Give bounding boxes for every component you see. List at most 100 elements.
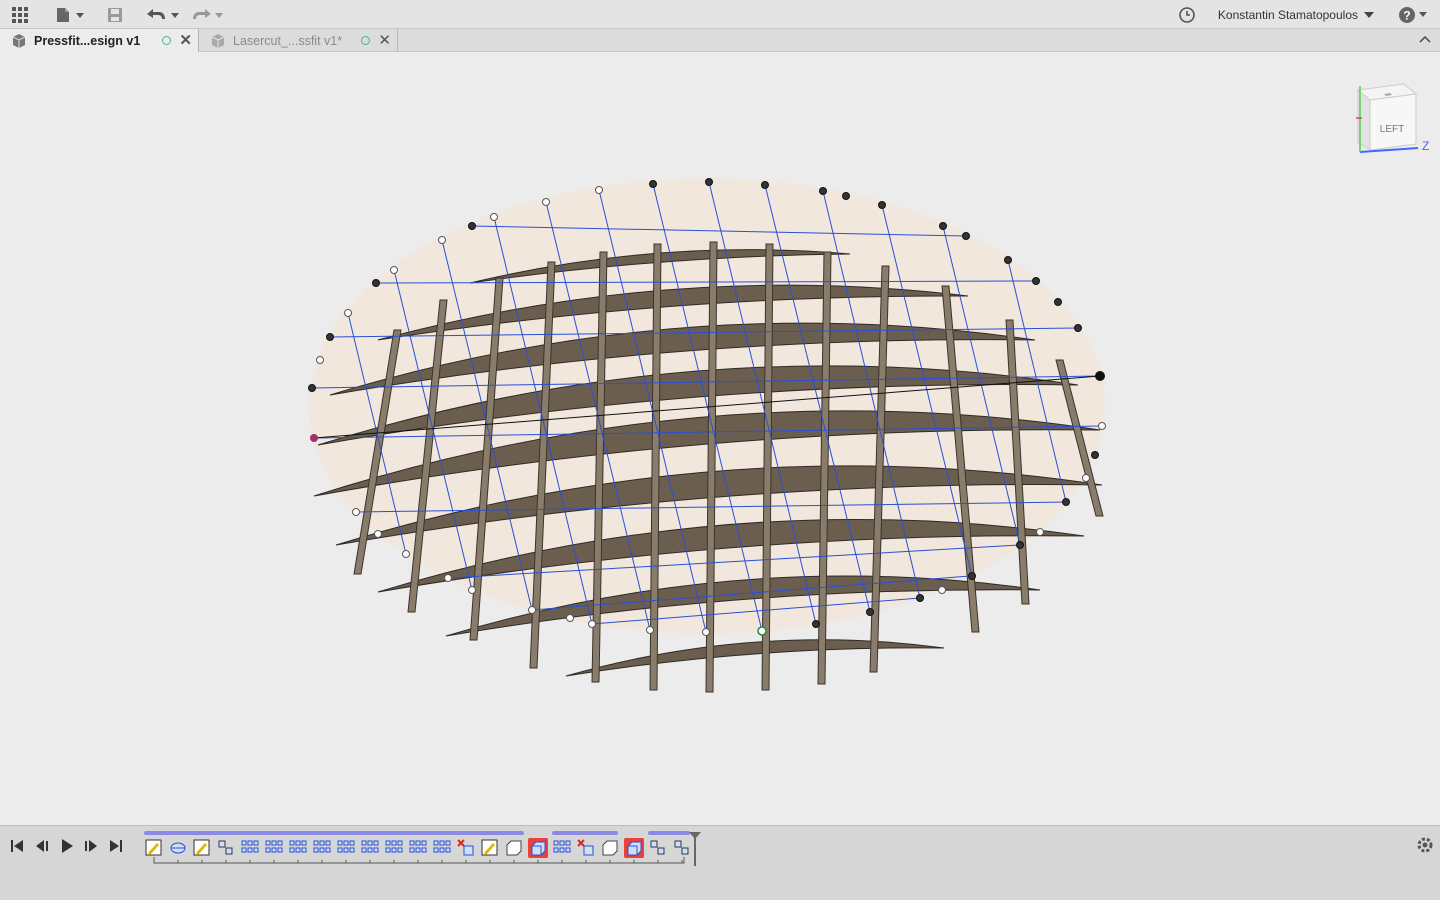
collapse-chevron-icon[interactable]	[1418, 32, 1432, 49]
component-box-icon	[12, 33, 26, 48]
step-back-button[interactable]	[33, 836, 51, 856]
control-point[interactable]	[316, 356, 324, 364]
control-point[interactable]	[1004, 256, 1012, 264]
control-point[interactable]	[757, 626, 767, 636]
timeline-feature-delete[interactable]	[576, 838, 596, 858]
control-point[interactable]	[402, 550, 410, 558]
timeline-feature-grid[interactable]	[384, 838, 404, 858]
timeline-feature-error-body[interactable]	[624, 838, 644, 858]
control-point[interactable]	[1074, 324, 1082, 332]
control-point[interactable]	[968, 572, 976, 580]
control-point[interactable]	[490, 213, 498, 221]
step-forward-button[interactable]	[82, 836, 100, 856]
redo-icon	[193, 8, 223, 19]
timeline-feature-grid[interactable]	[360, 838, 380, 858]
timeline-feature-grid[interactable]	[408, 838, 428, 858]
tab-lasercut-pressfit[interactable]: Lasercut_...ssfit v1* ✕	[199, 29, 398, 52]
clock-icon[interactable]	[1176, 0, 1198, 29]
canvas-viewport[interactable]	[0, 52, 1440, 825]
skip-to-start-button[interactable]	[8, 836, 26, 856]
model-canvas[interactable]	[0, 52, 1440, 825]
control-point[interactable]	[1016, 541, 1024, 549]
control-point[interactable]	[344, 309, 352, 317]
control-point[interactable]	[444, 574, 452, 582]
control-point[interactable]	[842, 192, 850, 200]
control-point[interactable]	[1054, 298, 1062, 306]
timeline-feature-sketch[interactable]	[480, 838, 500, 858]
redo-button[interactable]	[188, 0, 228, 29]
control-point[interactable]	[939, 222, 947, 230]
control-point[interactable]	[649, 180, 657, 188]
control-point[interactable]	[390, 266, 398, 274]
control-point[interactable]	[542, 198, 550, 206]
control-point[interactable]	[1062, 498, 1070, 506]
timeline-group-bar[interactable]	[144, 831, 524, 835]
control-point[interactable]	[438, 236, 446, 244]
timeline-feature-grid[interactable]	[432, 838, 452, 858]
close-icon[interactable]: ✕	[179, 33, 192, 48]
control-point[interactable]	[819, 187, 827, 195]
control-point[interactable]	[866, 608, 874, 616]
control-point[interactable]	[916, 594, 924, 602]
control-point[interactable]	[468, 586, 476, 594]
timeline-feature-sketch[interactable]	[144, 838, 164, 858]
gear-icon[interactable]	[1416, 836, 1434, 857]
horizontal-rib[interactable]	[565, 639, 945, 677]
timeline-feature-grid[interactable]	[552, 838, 572, 858]
play-button[interactable]	[58, 836, 76, 856]
control-point[interactable]	[308, 384, 316, 392]
control-point[interactable]	[566, 614, 574, 622]
control-point[interactable]	[1032, 277, 1040, 285]
timeline-feature-pattern[interactable]	[216, 838, 236, 858]
close-icon[interactable]: ✕	[378, 33, 391, 48]
timeline-feature-sketch[interactable]	[192, 838, 212, 858]
timeline-feature-body[interactable]	[600, 838, 620, 858]
control-point[interactable]	[705, 178, 713, 186]
tab-label: Lasercut_...ssfit v1*	[233, 33, 343, 48]
timeline-feature-pattern[interactable]	[648, 838, 668, 858]
control-point[interactable]	[1098, 422, 1106, 430]
timeline-feature-grid[interactable]	[312, 838, 332, 858]
timeline-group-bar[interactable]	[648, 831, 690, 835]
control-point[interactable]	[372, 279, 380, 287]
control-point[interactable]	[1091, 451, 1099, 459]
control-point[interactable]	[962, 232, 970, 240]
control-point[interactable]	[468, 222, 476, 230]
control-point[interactable]	[326, 333, 334, 341]
timeline-feature-grid[interactable]	[336, 838, 356, 858]
timeline-marker[interactable]	[688, 831, 702, 870]
selected-control-point[interactable]	[1095, 371, 1105, 381]
undo-button[interactable]	[142, 0, 182, 29]
control-point[interactable]	[588, 620, 596, 628]
control-point[interactable]	[310, 434, 318, 442]
control-point[interactable]	[761, 181, 769, 189]
timeline-feature-grid[interactable]	[288, 838, 308, 858]
tab-pressfit-design[interactable]: Pressfit...esign v1 ✕	[0, 29, 199, 52]
control-point[interactable]	[646, 626, 654, 634]
control-point[interactable]	[595, 186, 603, 194]
control-point[interactable]	[938, 586, 946, 594]
timeline-group-bar[interactable]	[552, 831, 618, 835]
user-menu[interactable]: Konstantin Stamatopoulos	[1218, 0, 1376, 29]
control-point[interactable]	[878, 201, 886, 209]
timeline-feature-error-body[interactable]	[528, 838, 548, 858]
view-cube[interactable]: LEFT Z	[1348, 78, 1430, 165]
timeline-ruler	[153, 857, 685, 864]
control-point[interactable]	[374, 530, 382, 538]
timeline-feature-surface[interactable]	[168, 838, 188, 858]
control-point[interactable]	[528, 606, 536, 614]
timeline-feature-grid[interactable]	[240, 838, 260, 858]
timeline-feature-grid[interactable]	[264, 838, 284, 858]
skip-to-end-button[interactable]	[107, 836, 125, 856]
grid-apps-icon[interactable]	[8, 0, 32, 29]
control-point[interactable]	[1082, 474, 1090, 482]
control-point[interactable]	[702, 628, 710, 636]
file-menu-button[interactable]	[52, 0, 88, 29]
control-point[interactable]	[1036, 528, 1044, 536]
help-button[interactable]: ?	[1396, 0, 1432, 29]
control-point[interactable]	[812, 620, 820, 628]
control-point[interactable]	[352, 508, 360, 516]
timeline-feature-body[interactable]	[504, 838, 524, 858]
save-button[interactable]	[104, 0, 126, 29]
timeline-feature-delete[interactable]	[456, 838, 476, 858]
